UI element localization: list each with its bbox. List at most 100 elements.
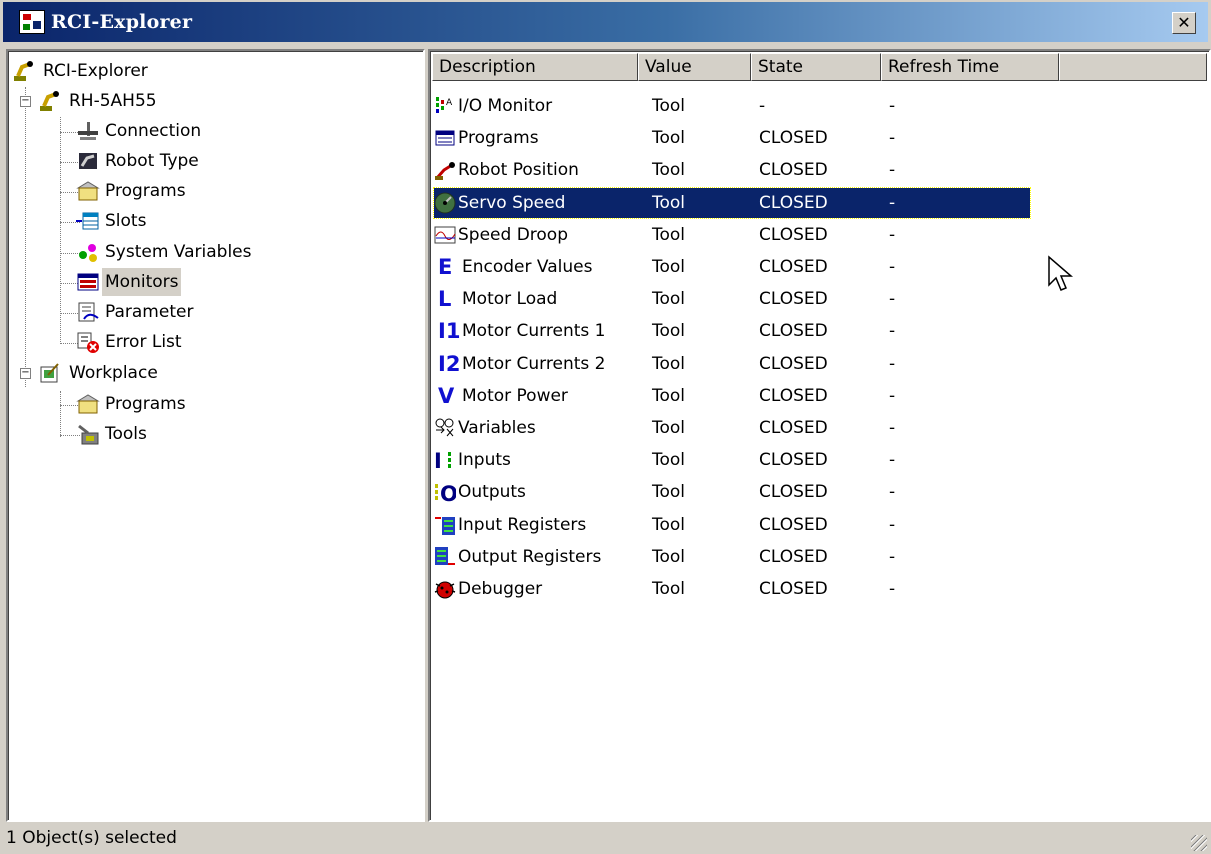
- cell-value: Tool: [652, 224, 686, 245]
- letter-l-icon: L: [438, 287, 452, 312]
- cell-refresh-time: -: [889, 353, 896, 374]
- resize-grip-icon[interactable]: [1191, 835, 1207, 851]
- tree-label: RH-5AH55: [69, 91, 157, 111]
- list-row[interactable]: A I/O Monitor Tool - -: [434, 91, 1030, 121]
- cell-refresh-time: -: [889, 321, 896, 342]
- cell-refresh-time: -: [889, 96, 896, 116]
- app-icon: [19, 10, 45, 34]
- list-header: Description Value State Refresh Time: [432, 53, 1207, 81]
- cell-description: Motor Currents 1: [462, 321, 606, 342]
- cell-value: Tool: [652, 546, 686, 567]
- cell-value: Tool: [652, 482, 686, 503]
- list-row[interactable]: Output Registers Tool CLOSED -: [434, 542, 1030, 572]
- list-row[interactable]: O Outputs Tool CLOSED -: [434, 477, 1030, 507]
- cell-state: CLOSED: [759, 160, 828, 181]
- cell-description: Output Registers: [458, 546, 602, 567]
- cell-state: CLOSED: [759, 546, 828, 567]
- list-row[interactable]: I2 Motor Currents 2 Tool CLOSED -: [434, 349, 1030, 379]
- cell-refresh-time: -: [889, 514, 896, 535]
- list-row[interactable]: Robot Position Tool CLOSED -: [434, 155, 1030, 185]
- list-row[interactable]: Programs Tool CLOSED -: [434, 123, 1030, 153]
- cell-refresh-time: -: [889, 546, 896, 567]
- cell-refresh-time: -: [889, 385, 896, 406]
- cell-description: Input Registers: [458, 514, 587, 535]
- cell-refresh-time: -: [889, 192, 896, 213]
- cell-refresh-time: -: [889, 224, 896, 245]
- list-row[interactable]: Speed Droop Tool CLOSED -: [434, 220, 1030, 250]
- cell-state: CLOSED: [759, 224, 828, 245]
- i2-icon: I2: [438, 351, 461, 376]
- cell-refresh-time: -: [889, 128, 896, 149]
- cell-state: CLOSED: [759, 289, 828, 310]
- cell-description: Programs: [458, 128, 539, 149]
- cell-value: Tool: [652, 385, 686, 406]
- cell-state: CLOSED: [759, 418, 828, 438]
- cell-description: Motor Currents 2: [462, 353, 606, 374]
- error-list-icon: [77, 332, 99, 353]
- navigation-tree[interactable]: RCI-Explorer − RH-5AH55 Connection Robot…: [6, 49, 425, 822]
- list-row[interactable]: Input Registers Tool CLOSED -: [434, 510, 1030, 540]
- output-registers-icon: [435, 546, 455, 565]
- cell-state: CLOSED: [759, 579, 828, 599]
- cell-description: Inputs: [458, 450, 511, 471]
- window-title: RCI-Explorer: [51, 11, 193, 33]
- cell-value: Tool: [652, 353, 686, 374]
- list-row[interactable]: Variables Tool CLOSED -: [434, 413, 1030, 443]
- cell-description: Debugger: [458, 579, 543, 599]
- tree-label: Monitors: [102, 268, 182, 296]
- cell-value: Tool: [652, 192, 686, 213]
- collapse-toggle[interactable]: −: [20, 368, 31, 379]
- list-row[interactable]: V Motor Power Tool CLOSED -: [434, 381, 1030, 411]
- list-row[interactable]: Debugger Tool CLOSED -: [434, 574, 1030, 604]
- list-row[interactable]: L Motor Load Tool CLOSED -: [434, 284, 1030, 314]
- robot-arm-icon: [14, 61, 33, 81]
- cell-value: Tool: [652, 289, 686, 310]
- i1-icon: I1: [438, 319, 461, 344]
- list-row[interactable]: Servo Speed Tool CLOSED -: [433, 186, 1031, 219]
- cell-description: Encoder Values: [462, 257, 593, 277]
- workplace-icon: [40, 363, 59, 383]
- robot-arm-icon: [40, 91, 59, 111]
- slots-icon: [76, 212, 99, 230]
- variables-icon: [435, 418, 454, 437]
- cell-value: Tool: [652, 514, 686, 535]
- bug-icon: [434, 581, 456, 599]
- cell-value: Tool: [652, 579, 686, 599]
- cell-refresh-time: -: [889, 257, 896, 277]
- column-header-value[interactable]: Value: [638, 53, 751, 81]
- column-header-state[interactable]: State: [751, 53, 881, 81]
- system-variables-icon: [79, 244, 97, 262]
- title-bar[interactable]: RCI-Explorer ✕: [3, 2, 1208, 42]
- list-row[interactable]: I1 Motor Currents 1 Tool CLOSED -: [434, 316, 1030, 346]
- cell-value: Tool: [652, 257, 686, 277]
- cell-state: CLOSED: [759, 128, 828, 149]
- cell-description: Outputs: [458, 482, 526, 503]
- letter-e-icon: E: [438, 255, 453, 279]
- folder-icon: [76, 394, 100, 414]
- cell-description: Variables: [458, 418, 536, 438]
- tree-label: System Variables: [105, 242, 252, 262]
- column-header-refresh-time[interactable]: Refresh Time: [881, 53, 1059, 81]
- outputs-icon: O: [435, 482, 456, 503]
- header-filler: [1059, 53, 1207, 81]
- tools-list[interactable]: Description Value State Refresh Time A I/…: [428, 49, 1211, 822]
- graph-icon: [434, 226, 456, 244]
- connection-icon: [78, 122, 98, 140]
- letter-v-icon: V: [438, 383, 455, 408]
- cell-description: Motor Load: [462, 289, 558, 310]
- tree-label: Robot Type: [105, 151, 199, 171]
- cell-value: Tool: [652, 321, 686, 342]
- list-row[interactable]: I Inputs Tool CLOSED -: [434, 445, 1030, 475]
- collapse-toggle[interactable]: −: [20, 96, 31, 107]
- input-registers-icon: [435, 516, 455, 535]
- cell-value: Tool: [652, 128, 686, 149]
- inputs-icon: I: [434, 449, 451, 471]
- list-row[interactable]: E Encoder Values Tool CLOSED -: [434, 252, 1030, 282]
- cell-value: Tool: [652, 96, 686, 116]
- close-button[interactable]: ✕: [1172, 12, 1196, 34]
- status-bar: 1 Object(s) selected: [0, 824, 1211, 854]
- tree-label: Error List: [105, 332, 182, 352]
- cell-state: CLOSED: [759, 514, 828, 535]
- column-header-description[interactable]: Description: [432, 53, 638, 81]
- programs-icon: [435, 130, 455, 146]
